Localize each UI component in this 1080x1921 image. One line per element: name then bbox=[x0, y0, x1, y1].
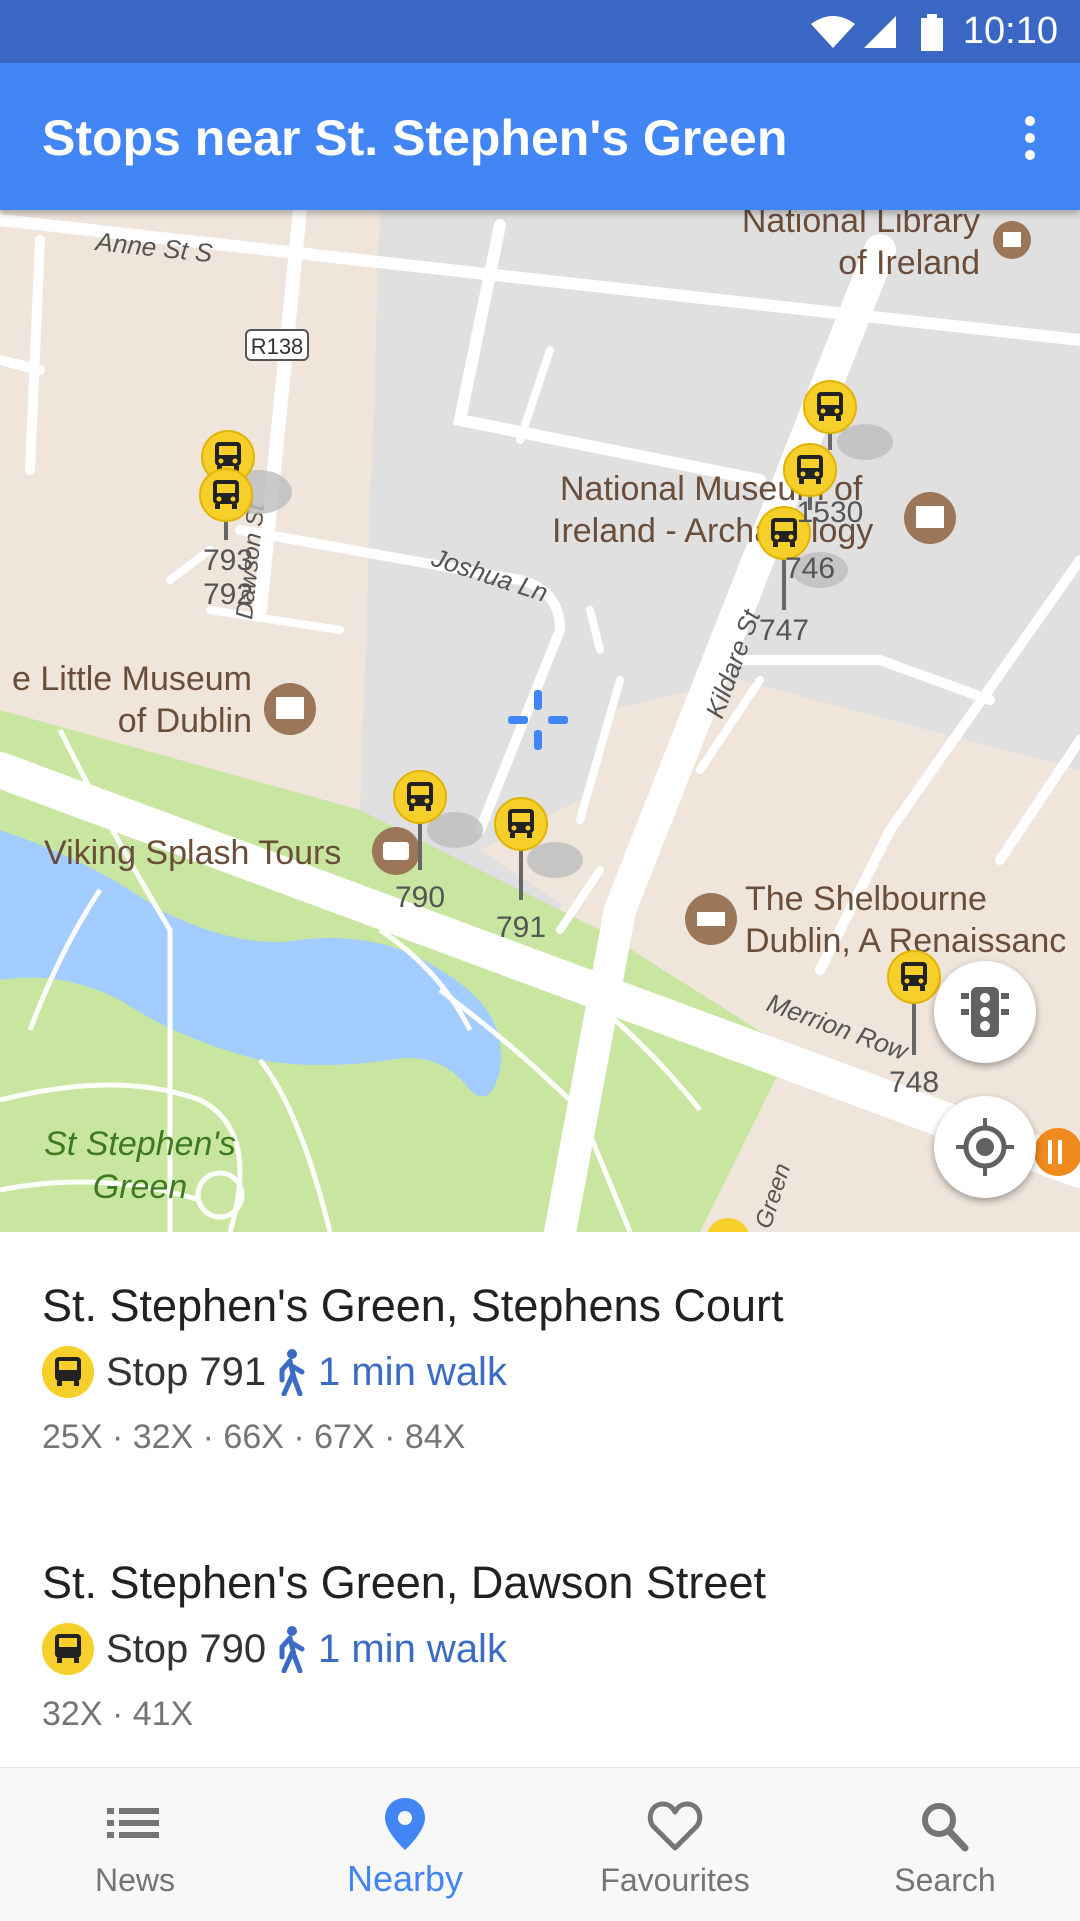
place-label-line: National Library bbox=[742, 210, 980, 240]
map-canvas[interactable]: R138 Anne St S Dawson St Joshua Ln Kilda… bbox=[0, 210, 1080, 1232]
my-location-button[interactable] bbox=[934, 1096, 1036, 1198]
nav-label: News bbox=[94, 1862, 175, 1898]
bottom-navigation: News Nearby Favourites Search bbox=[0, 1767, 1080, 1921]
stop-number-label: 1530 bbox=[797, 496, 864, 529]
more-options-icon[interactable] bbox=[1010, 113, 1050, 163]
park-label-line: St Stephen's bbox=[44, 1125, 236, 1163]
app-bar: Stops near St. Stephen's Green bbox=[0, 63, 1080, 210]
nearby-stops-list: St. Stephen's Green, Stephens Court Stop… bbox=[0, 1232, 1080, 1767]
nav-label: Favourites bbox=[600, 1862, 750, 1898]
walk-time: 1 min walk bbox=[318, 1627, 507, 1671]
wifi-icon bbox=[811, 16, 855, 48]
stop-number-label: 793 bbox=[203, 544, 253, 577]
cell-signal-icon bbox=[864, 16, 896, 48]
location-pin-icon bbox=[385, 1798, 425, 1850]
stop-number-label: 747 bbox=[759, 614, 809, 647]
stop-list-item[interactable]: St. Stephen's Green, Stephens Court Stop… bbox=[42, 1280, 1042, 1500]
restaurant-icon[interactable] bbox=[1034, 1128, 1080, 1176]
traffic-light-icon bbox=[961, 987, 1009, 1037]
stop-name: St. Stephen's Green, Dawson Street bbox=[42, 1557, 766, 1608]
camera-icon[interactable] bbox=[372, 827, 420, 875]
nav-favourites[interactable]: Favourites bbox=[540, 1768, 810, 1921]
stop-list-item[interactable]: St. Stephen's Green, Dawson Street Stop … bbox=[42, 1557, 1042, 1757]
nav-label: Search bbox=[894, 1862, 996, 1898]
stop-number-label: 746 bbox=[785, 552, 835, 585]
place-label-line: The Shelbourne bbox=[745, 880, 987, 918]
hotel-icon[interactable] bbox=[685, 893, 737, 945]
museum-icon[interactable] bbox=[904, 492, 956, 544]
walking-icon bbox=[279, 1349, 305, 1396]
road-label-r138: R138 bbox=[251, 334, 304, 359]
page-title: Stops near St. Stephen's Green bbox=[42, 110, 788, 166]
walking-icon bbox=[279, 1626, 305, 1673]
status-time: 10:10 bbox=[962, 10, 1058, 52]
bus-icon bbox=[42, 1346, 94, 1398]
stop-number-label: 748 bbox=[889, 1066, 939, 1099]
nav-search[interactable]: Search bbox=[810, 1768, 1080, 1921]
heart-icon bbox=[647, 1801, 703, 1851]
nav-news[interactable]: News bbox=[0, 1768, 270, 1921]
stop-name: St. Stephen's Green, Stephens Court bbox=[42, 1280, 784, 1331]
nav-label: Nearby bbox=[346, 1858, 464, 1899]
traffic-toggle-button[interactable] bbox=[934, 961, 1036, 1063]
map-view[interactable]: R138 Anne St S Dawson St Joshua Ln Kilda… bbox=[0, 210, 1080, 1232]
stop-number: Stop 790 bbox=[106, 1627, 267, 1671]
stop-info-row: Stop 790 1 min walk bbox=[42, 1623, 942, 1677]
park-label-line: Green bbox=[93, 1168, 188, 1206]
bus-icon bbox=[42, 1623, 94, 1675]
list-icon bbox=[107, 1808, 159, 1838]
place-label-line: of Ireland bbox=[838, 244, 980, 282]
walk-time: 1 min walk bbox=[318, 1350, 507, 1394]
place-label-line: Viking Splash Tours bbox=[44, 834, 341, 872]
status-bar: 10:10 bbox=[0, 0, 1080, 63]
stop-info-row: Stop 791 1 min walk bbox=[42, 1346, 942, 1400]
search-icon bbox=[922, 1803, 969, 1852]
nav-nearby[interactable]: Nearby bbox=[270, 1768, 540, 1921]
place-label-line: e Little Museum bbox=[12, 660, 252, 698]
stop-number-label: 790 bbox=[395, 881, 445, 914]
route-list: 25X · 32X · 66X · 67X · 84X bbox=[42, 1418, 466, 1456]
place-label-line: of Dublin bbox=[118, 702, 252, 740]
stop-number-label: 791 bbox=[496, 911, 546, 944]
battery-icon bbox=[921, 14, 943, 51]
route-list: 32X · 41X bbox=[42, 1695, 194, 1733]
stop-number: Stop 791 bbox=[106, 1350, 267, 1394]
my-location-icon bbox=[956, 1118, 1014, 1176]
museum-icon[interactable] bbox=[264, 683, 316, 735]
library-icon[interactable] bbox=[993, 221, 1031, 259]
stop-number-label: 792 bbox=[203, 578, 253, 611]
